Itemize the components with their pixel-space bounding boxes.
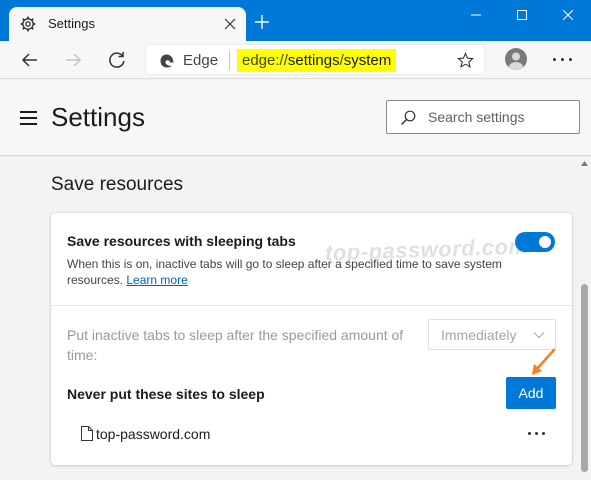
refresh-icon[interactable] [107, 50, 127, 70]
close-tab-icon[interactable] [223, 17, 237, 31]
edge-logo-icon [160, 54, 174, 68]
sleeping-tabs-title: Save resources with sleeping tabs [67, 233, 296, 249]
save-resources-card: top-password.com Save resources with sle… [51, 213, 572, 465]
page-title: Settings [51, 102, 145, 132]
never-sleep-label: Never put these sites to sleep [67, 386, 265, 402]
annotation-arrow-icon [532, 348, 556, 375]
close-window-button[interactable] [545, 0, 591, 30]
search-placeholder: Search settings [428, 109, 525, 125]
address-toolbar: Edge edge://settings/system [0, 41, 591, 79]
tab-title: Settings [48, 16, 95, 31]
browser-label: Edge [183, 52, 219, 69]
url-scheme: edge:// [242, 52, 288, 69]
minimize-button[interactable] [453, 0, 499, 30]
person-silhouette-icon [509, 52, 523, 70]
chevron-down-icon [533, 332, 545, 339]
page-icon [81, 426, 93, 441]
url-text[interactable]: edge://settings/system [237, 49, 397, 72]
maximize-icon [517, 10, 527, 20]
add-site-button[interactable]: Add [506, 377, 556, 409]
settings-header: Settings Search settings [0, 80, 591, 156]
divider [51, 305, 572, 306]
sleeping-tabs-description: When this is on, inactive tabs will go t… [67, 256, 527, 288]
minimize-icon [471, 14, 481, 16]
gear-icon [20, 16, 36, 32]
search-icon [401, 110, 416, 125]
tab-strip: Settings [0, 0, 591, 41]
tab-settings[interactable]: Settings [9, 7, 246, 41]
scroll-up-icon[interactable] [581, 161, 588, 166]
site-item: top-password.com [96, 426, 211, 442]
scroll-thumb[interactable] [581, 284, 588, 472]
back-arrow-icon[interactable] [20, 50, 40, 70]
sleeping-tabs-toggle[interactable] [515, 232, 555, 252]
maximize-button[interactable] [499, 0, 545, 30]
omnibox-separator [229, 51, 230, 70]
hamburger-icon[interactable] [20, 111, 37, 125]
address-bar[interactable]: Edge edge://settings/system [145, 44, 485, 75]
forward-arrow-icon[interactable] [63, 50, 83, 70]
toggle-knob [539, 236, 551, 248]
learn-more-link[interactable]: Learn more [126, 273, 187, 287]
section-title: Save resources [51, 174, 184, 195]
site-more-icon[interactable] [528, 432, 546, 436]
close-icon [563, 10, 573, 20]
sleep-timeout-select[interactable]: Immediately [428, 319, 556, 350]
settings-content: Save resources top-password.com Save res… [0, 157, 591, 480]
plus-icon[interactable] [254, 14, 270, 30]
sleep-after-label: Put inactive tabs to sleep after the spe… [67, 327, 404, 363]
url-path-system: system [343, 52, 392, 69]
search-input[interactable]: Search settings [386, 100, 580, 134]
sleep-timeout-value: Immediately [441, 327, 517, 343]
url-path-settings: settings [287, 52, 340, 69]
scrollbar[interactable] [578, 157, 591, 480]
star-icon[interactable] [457, 52, 474, 69]
more-icon[interactable] [553, 58, 573, 62]
avatar-icon[interactable] [505, 48, 527, 70]
